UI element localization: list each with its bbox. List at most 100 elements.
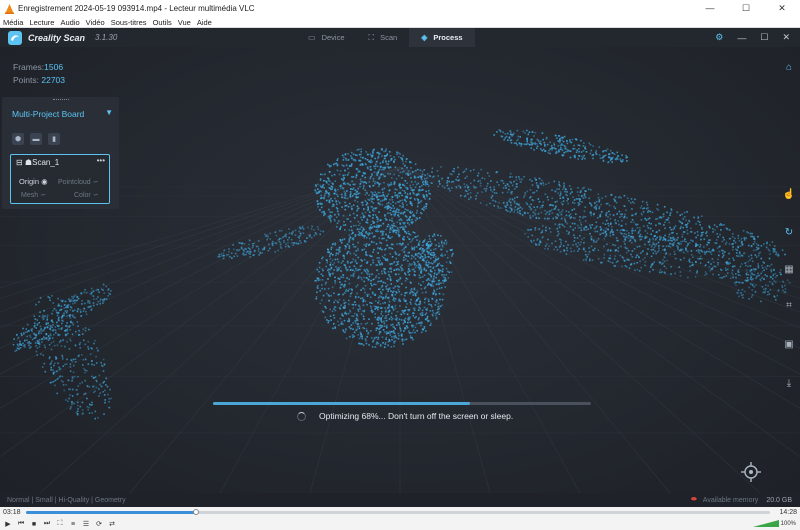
cloud-point xyxy=(372,207,375,210)
add-project-icon[interactable]: ⬢ xyxy=(12,133,24,145)
seek-slider[interactable] xyxy=(26,509,770,515)
pointcloud-option[interactable]: Pointcloud ∽ xyxy=(58,178,99,186)
app-close-icon[interactable]: ✕ xyxy=(782,32,790,43)
cloud-point xyxy=(651,211,654,214)
seek-handle[interactable] xyxy=(192,509,199,515)
cloud-point xyxy=(418,322,420,324)
cloud-point xyxy=(749,274,752,276)
cloud-point xyxy=(364,323,367,325)
delete-icon[interactable]: ▮ xyxy=(48,133,60,145)
cloud-point xyxy=(384,317,386,319)
playlist-icon[interactable]: ☰ xyxy=(81,520,91,528)
eye-icon[interactable]: ◉ xyxy=(41,177,48,186)
cloud-point xyxy=(537,184,540,187)
menu-media[interactable]: Média xyxy=(0,18,26,27)
cloud-point xyxy=(330,248,332,250)
close-icon[interactable]: ✕ xyxy=(764,3,800,14)
extended-settings-icon[interactable]: ≡ xyxy=(68,521,78,528)
cloud-point xyxy=(525,143,528,146)
cloud-point xyxy=(391,236,393,238)
cloud-point xyxy=(390,283,392,285)
stop-icon[interactable]: ■ xyxy=(29,521,39,528)
cloud-point xyxy=(725,269,727,271)
cloud-point xyxy=(31,328,33,330)
cloud-point xyxy=(734,241,737,244)
tab-device[interactable]: ▭ Device xyxy=(296,28,357,47)
cloud-point xyxy=(534,227,537,229)
crop-icon[interactable]: ⌗ xyxy=(782,298,796,312)
cloud-point xyxy=(568,215,571,217)
cloud-point xyxy=(384,341,387,344)
panel-drag-handle[interactable] xyxy=(52,99,69,101)
mesh-option[interactable]: Mesh ∽ xyxy=(21,191,46,199)
cloud-point xyxy=(381,315,384,317)
minimize-icon[interactable]: — xyxy=(692,3,728,14)
settings-gear-icon[interactable]: ⚙ xyxy=(715,32,723,43)
menu-vue[interactable]: Vue xyxy=(175,18,194,27)
cloud-point xyxy=(554,206,557,209)
tab-scan-label: Scan xyxy=(380,33,398,42)
cloud-point xyxy=(631,250,634,252)
cloud-point xyxy=(404,294,406,297)
previous-icon[interactable]: ⏮ xyxy=(16,520,26,528)
tab-process[interactable]: ◈ Process xyxy=(409,28,475,47)
shuffle-icon[interactable]: ⇄ xyxy=(107,520,117,528)
fullscreen-icon[interactable]: ⛶ xyxy=(55,520,65,528)
cloud-point xyxy=(288,232,291,235)
app-minimize-icon[interactable]: — xyxy=(737,33,746,43)
color-option[interactable]: Color ∽ xyxy=(74,191,99,199)
menu-lecture[interactable]: Lecture xyxy=(26,18,57,27)
cloud-point xyxy=(421,248,424,250)
volume-control[interactable]: 100% xyxy=(752,520,796,527)
cloud-point xyxy=(89,292,92,295)
next-icon[interactable]: ⏭ xyxy=(42,520,52,528)
more-options-icon[interactable]: ••• xyxy=(97,156,105,165)
play-icon[interactable]: ▶ xyxy=(3,520,13,528)
cloud-point xyxy=(504,137,506,140)
menu-aide[interactable]: Aide xyxy=(194,18,215,27)
cloud-point xyxy=(536,238,539,240)
tab-scan[interactable]: ⛶ Scan xyxy=(357,28,410,47)
cloud-point xyxy=(635,224,637,226)
home-icon[interactable]: ⌂ xyxy=(782,60,796,74)
menu-outils[interactable]: Outils xyxy=(150,18,175,27)
cloud-point xyxy=(329,180,331,183)
cloud-point xyxy=(604,223,607,225)
maximize-icon[interactable]: ☐ xyxy=(728,3,764,14)
progress-message: Optimizing 68%... Don't turn off the scr… xyxy=(319,411,514,421)
origin-option[interactable]: Origin ◉ xyxy=(19,177,48,186)
menu-video[interactable]: Vidéo xyxy=(83,18,108,27)
cloud-point xyxy=(553,142,555,145)
volume-slider[interactable] xyxy=(752,520,779,527)
cloud-point xyxy=(387,344,389,347)
scan-card[interactable]: ⊟ ☗Scan_1 ••• Origin ◉ Pointcloud ∽ Mesh… xyxy=(10,154,110,204)
export-icon[interactable]: ⤓ xyxy=(782,376,796,390)
image-icon[interactable]: ▣ xyxy=(782,337,796,351)
cloud-point xyxy=(364,211,367,214)
cloud-point xyxy=(336,169,339,172)
texture-icon[interactable]: ▦ xyxy=(782,262,796,276)
cloud-point xyxy=(370,305,372,308)
cloud-point xyxy=(338,246,341,249)
cloud-point xyxy=(366,221,369,224)
cloud-point xyxy=(410,197,412,199)
menu-audio[interactable]: Audio xyxy=(57,18,82,27)
loop-icon[interactable]: ⟳ xyxy=(94,520,104,528)
app-maximize-icon[interactable]: ☐ xyxy=(760,32,768,43)
folder-icon[interactable]: ▬ xyxy=(30,133,42,145)
cloud-point xyxy=(538,177,541,180)
menu-sous-titres[interactable]: Sous-titres xyxy=(108,18,150,27)
3d-viewport[interactable]: Frames:1506 Points: 22703 Multi-Project … xyxy=(0,47,800,493)
hand-pointer-icon[interactable]: ☝ xyxy=(782,187,796,201)
locate-crosshair-icon[interactable] xyxy=(740,461,762,483)
cloud-point xyxy=(649,210,652,213)
cloud-point xyxy=(625,209,627,212)
cloud-point xyxy=(401,264,403,267)
cloud-point xyxy=(69,363,72,365)
cloud-point xyxy=(559,251,562,253)
cloud-point xyxy=(590,238,593,241)
cloud-point xyxy=(769,253,771,255)
rotate-icon[interactable]: ↻ xyxy=(782,225,796,239)
cloud-point xyxy=(581,155,583,158)
collapse-arrow-icon[interactable]: ▼ xyxy=(105,108,113,117)
